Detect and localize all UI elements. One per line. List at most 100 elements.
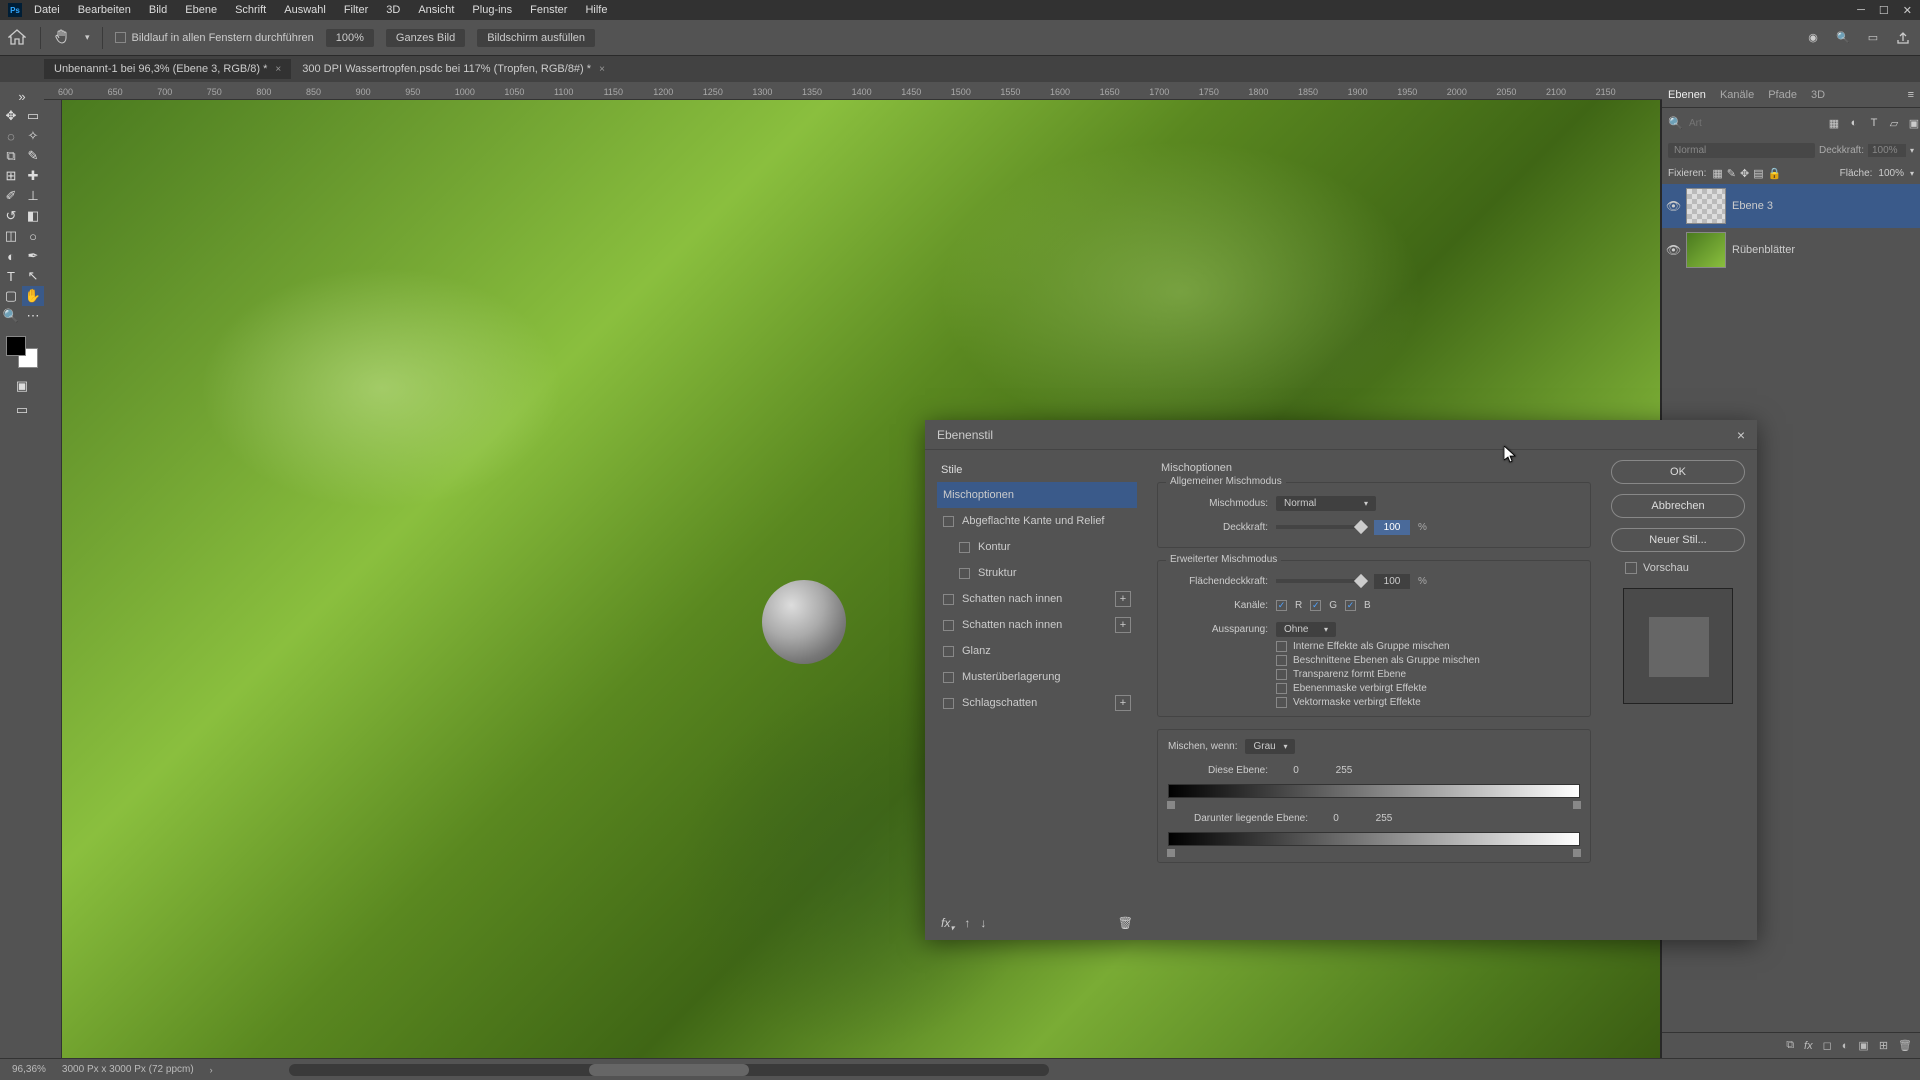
blend-mode-dropdown[interactable]: Normal▾ (1276, 496, 1376, 511)
quickmask-icon[interactable]: ▣ (0, 376, 44, 396)
lock-all-icon[interactable]: 🔒 (1768, 167, 1782, 180)
close-tab-icon[interactable]: × (599, 64, 605, 75)
layer-row[interactable]: 👁 Rübenblätter (1662, 228, 1920, 272)
new-style-button[interactable]: Neuer Stil... (1611, 528, 1745, 552)
blend-option-checkbox[interactable]: Ebenenmaske verbirgt Effekte (1276, 683, 1580, 694)
style-checkbox[interactable] (959, 542, 970, 553)
group-icon[interactable]: ▣ (1858, 1039, 1868, 1052)
menu-auswahl[interactable]: Auswahl (284, 4, 326, 16)
style-checkbox[interactable] (943, 672, 954, 683)
channel-g-checkbox[interactable] (1310, 600, 1321, 611)
marquee-tool[interactable]: ▭ (22, 106, 44, 126)
zoom-tool[interactable]: 🔍 (0, 306, 22, 326)
brush-tool[interactable]: ✐ (0, 186, 22, 206)
delete-icon[interactable]: 🗑 (1898, 1039, 1912, 1052)
menu-schrift[interactable]: Schrift (235, 4, 266, 16)
filter-smart-icon[interactable]: ▣ (1907, 116, 1920, 130)
link-layers-icon[interactable]: ⧉ (1786, 1039, 1794, 1052)
style-item[interactable]: Schatten nach innen+ (937, 612, 1137, 638)
cloud-docs-icon[interactable]: ◉ (1804, 29, 1822, 47)
style-checkbox[interactable] (959, 568, 970, 579)
fit-image-button[interactable]: Ganzes Bild (386, 29, 465, 47)
fill-slider[interactable] (1276, 579, 1366, 583)
menu-hilfe[interactable]: Hilfe (585, 4, 607, 16)
menu-ebene[interactable]: Ebene (185, 4, 217, 16)
style-item[interactable]: Kontur (937, 534, 1137, 560)
frame-tool[interactable]: ⊞ (0, 166, 22, 186)
lasso-tool[interactable]: ◌ (0, 126, 22, 146)
status-zoom[interactable]: 96,36% (12, 1064, 46, 1075)
fx-menu-icon[interactable]: fx▾ (941, 916, 954, 932)
wand-tool[interactable]: ✧ (22, 126, 44, 146)
mask-icon[interactable]: ◻ (1823, 1039, 1832, 1052)
blendif-dropdown[interactable]: Grau▾ (1245, 739, 1295, 754)
style-delete-icon[interactable]: 🗑 (1118, 916, 1133, 932)
stamp-tool[interactable]: ⊥ (22, 186, 44, 206)
minimize-button[interactable]: ─ (1857, 4, 1865, 17)
filter-pixel-icon[interactable]: ▦ (1827, 116, 1841, 130)
lock-trans-icon[interactable]: ▦ (1712, 167, 1722, 180)
blend-option-checkbox[interactable]: Beschnittene Ebenen als Gruppe mischen (1276, 655, 1580, 666)
blend-option-checkbox[interactable]: Interne Effekte als Gruppe mischen (1276, 641, 1580, 652)
layer-name[interactable]: Ebene 3 (1732, 200, 1773, 212)
filter-type-icon[interactable]: T (1867, 116, 1881, 130)
heal-tool[interactable]: ✚ (22, 166, 44, 186)
home-icon[interactable] (8, 29, 28, 47)
layer-thumbnail[interactable] (1686, 232, 1726, 268)
fill-screen-button[interactable]: Bildschirm ausfüllen (477, 29, 595, 47)
ok-button[interactable]: OK (1611, 460, 1745, 484)
close-tab-icon[interactable]: × (275, 64, 281, 75)
flyout-toggle-icon[interactable]: » (0, 86, 44, 106)
style-item[interactable]: Schlagschatten+ (937, 690, 1137, 716)
status-info[interactable]: 3000 Px x 3000 Px (72 ppcm) (62, 1064, 194, 1075)
style-item[interactable]: Schatten nach innen+ (937, 586, 1137, 612)
scroll-all-windows-checkbox[interactable]: Bildlauf in allen Fenstern durchführen (115, 32, 314, 44)
style-checkbox[interactable] (943, 594, 954, 605)
style-item[interactable]: Abgeflachte Kante und Relief (937, 508, 1137, 534)
screenmode-icon[interactable]: ▭ (0, 400, 44, 420)
blend-option-checkbox[interactable]: Transparenz formt Ebene (1276, 669, 1580, 680)
menu-filter[interactable]: Filter (344, 4, 368, 16)
style-checkbox[interactable] (943, 646, 954, 657)
style-item[interactable]: Musterüberlagerung (937, 664, 1137, 690)
gradient-tool[interactable]: ◫ (0, 226, 22, 246)
lock-pos-icon[interactable]: ✥ (1740, 167, 1749, 180)
style-checkbox[interactable] (943, 698, 954, 709)
dialog-close-icon[interactable]: × (1737, 427, 1745, 443)
channel-b-checkbox[interactable] (1345, 600, 1356, 611)
visibility-icon[interactable]: 👁 (1666, 243, 1680, 257)
style-item[interactable]: Struktur (937, 560, 1137, 586)
pen-tool[interactable]: ✒ (22, 246, 44, 266)
fill-input[interactable]: 100 (1374, 574, 1410, 589)
preview-checkbox[interactable]: Vorschau (1611, 562, 1745, 574)
shape-tool[interactable]: ▢ (0, 286, 22, 306)
menu-3d[interactable]: 3D (386, 4, 400, 16)
maximize-button[interactable]: ☐ (1879, 4, 1889, 17)
search-icon[interactable]: 🔍 (1834, 29, 1852, 47)
horizontal-scrollbar[interactable] (289, 1064, 1049, 1076)
menu-bearbeiten[interactable]: Bearbeiten (78, 4, 131, 16)
crop-tool[interactable]: ⧉ (0, 146, 22, 166)
tab-kanaele[interactable]: Kanäle (1720, 89, 1754, 101)
blur-tool[interactable]: ○ (22, 226, 44, 246)
layer-name[interactable]: Rübenblätter (1732, 244, 1795, 256)
hand-tool-icon[interactable] (53, 28, 73, 48)
hand-tool[interactable]: ✋ (22, 286, 44, 306)
doc-tab[interactable]: 300 DPI Wassertropfen.psdc bei 117% (Tro… (292, 59, 615, 79)
add-effect-icon[interactable]: + (1115, 591, 1131, 607)
lock-paint-icon[interactable]: ✎ (1727, 167, 1736, 180)
this-layer-gradient[interactable] (1168, 784, 1580, 798)
eyedropper-tool[interactable]: ✎ (22, 146, 44, 166)
eraser-tool[interactable]: ◧ (22, 206, 44, 226)
panel-menu-icon[interactable]: ≡ (1908, 89, 1914, 101)
opacity-slider[interactable] (1276, 525, 1366, 529)
menu-fenster[interactable]: Fenster (530, 4, 567, 16)
opacity-field[interactable]: 100% (1868, 144, 1906, 157)
adjustment-icon[interactable]: ◐ (1842, 1040, 1849, 1052)
share-icon[interactable] (1894, 29, 1912, 47)
blend-option-checkbox[interactable]: Vektormaske verbirgt Effekte (1276, 697, 1580, 708)
type-tool[interactable]: T (0, 266, 22, 286)
menu-bild[interactable]: Bild (149, 4, 167, 16)
layer-row[interactable]: 👁Ebene 3 (1662, 184, 1920, 228)
close-button[interactable]: ✕ (1903, 4, 1912, 17)
